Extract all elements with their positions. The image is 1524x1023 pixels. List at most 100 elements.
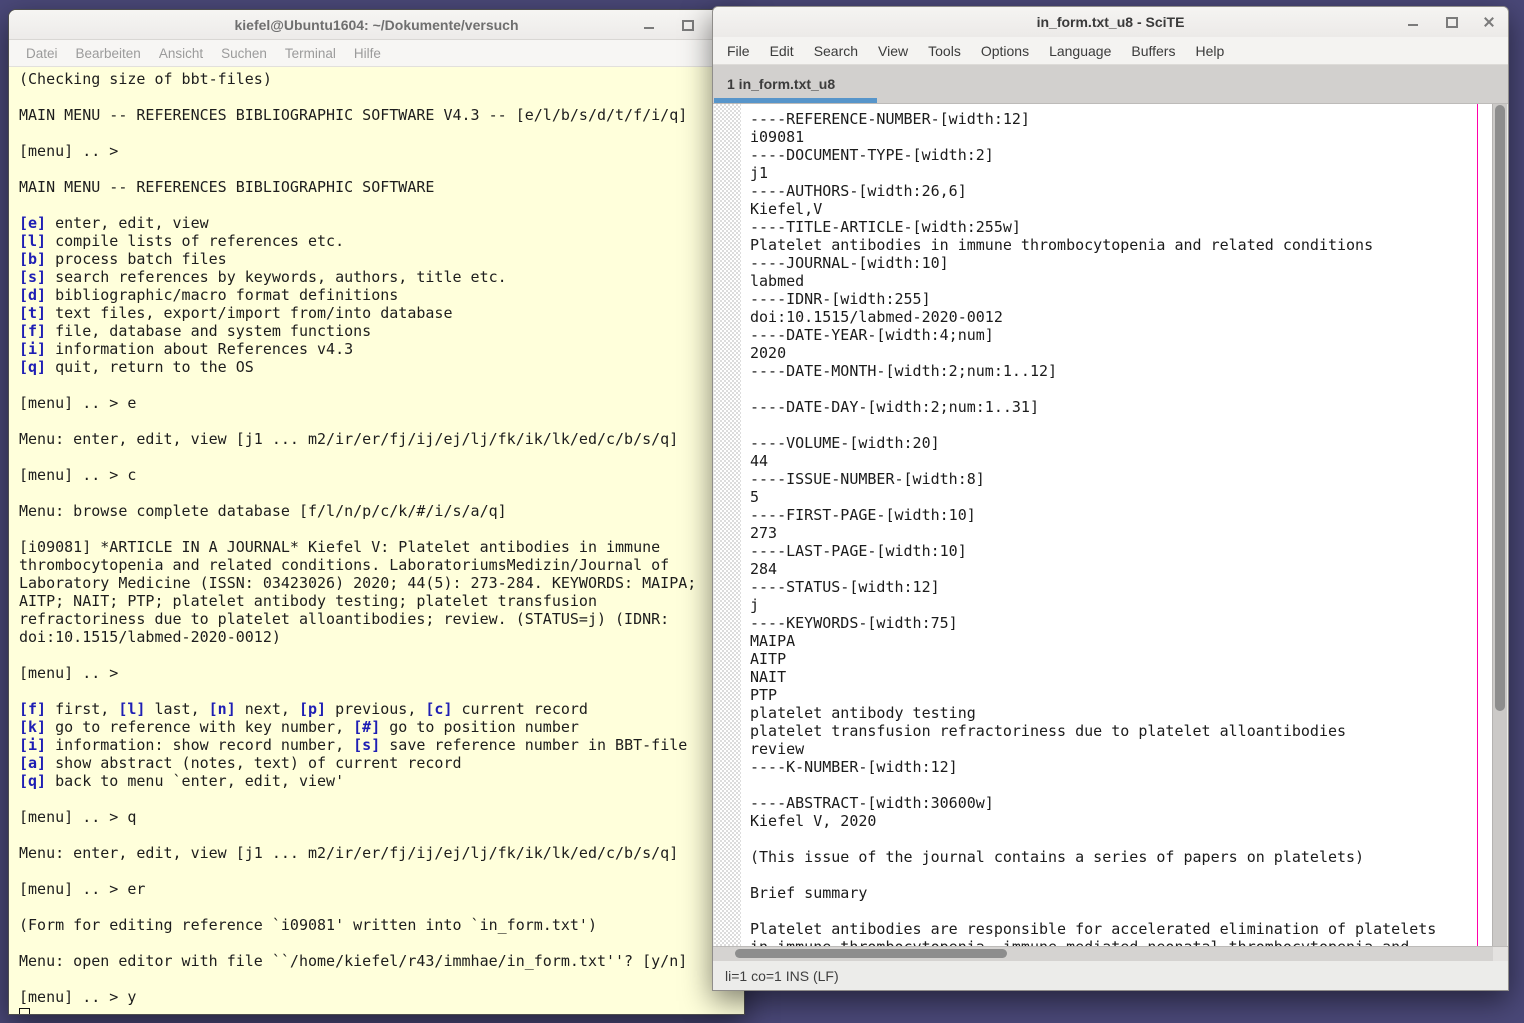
scite-menu-language[interactable]: Language bbox=[1039, 43, 1121, 59]
terminal-line: thrombocytopenia and related conditions.… bbox=[19, 556, 670, 574]
editor-line: Platelet antibodies in immune thrombocyt… bbox=[750, 236, 1374, 254]
terminal-titlebar[interactable]: kiefel@Ubuntu1604: ~/Dokumente/versuch bbox=[9, 10, 744, 40]
scite-title: in_form.txt_u8 - SciTE bbox=[1036, 14, 1185, 30]
close-icon[interactable] bbox=[1482, 15, 1496, 29]
terminal-line: AITP; NAIT; PTP; platelet antibody testi… bbox=[19, 592, 597, 610]
editor-line: 284 bbox=[750, 560, 778, 578]
horizontal-scrollbar[interactable] bbox=[713, 946, 1493, 961]
scite-menu-buffers[interactable]: Buffers bbox=[1121, 43, 1185, 59]
minimize-icon[interactable] bbox=[1406, 15, 1420, 29]
scite-menu-view[interactable]: View bbox=[868, 43, 918, 59]
terminal-line: [b] process batch files bbox=[19, 250, 227, 268]
terminal-line: [q] quit, return to the OS bbox=[19, 358, 254, 376]
terminal-line: [f] file, database and system functions bbox=[19, 322, 372, 340]
editor-selection-margin bbox=[714, 104, 741, 946]
terminal-line: [menu] .. > y bbox=[19, 988, 137, 1006]
vertical-scrollbar-thumb[interactable] bbox=[1495, 105, 1505, 712]
scite-menubar: File Edit Search View Tools Options Language Bu… bbox=[713, 37, 1508, 65]
terminal-line: [menu] .. > er bbox=[19, 880, 146, 898]
terminal-line: [i] information about References v4.3 bbox=[19, 340, 354, 358]
terminal-menubar: Datei Bearbeiten Ansicht Suchen Terminal Hilf… bbox=[9, 40, 744, 67]
horizontal-scrollbar-thumb[interactable] bbox=[735, 949, 1007, 958]
terminal-window: kiefel@Ubuntu1604: ~/Dokumente/versuch D… bbox=[8, 9, 745, 1015]
editor-line: ----TITLE-ARTICLE-[width:255w] bbox=[750, 218, 1021, 236]
terminal-line: doi:10.1515/labmed-2020-0012) bbox=[19, 628, 281, 646]
scrollbar-corner bbox=[1493, 946, 1508, 961]
maximize-icon[interactable] bbox=[1444, 15, 1458, 29]
terminal-line: [menu] .. > c bbox=[19, 466, 137, 484]
terminal-line: Menu: enter, edit, view [j1 ... m2/ir/er… bbox=[19, 430, 679, 448]
terminal-line: [i09081] *ARTICLE IN A JOURNAL* Kiefel V… bbox=[19, 538, 661, 556]
terminal-line: [d] bibliographic/macro format definitio… bbox=[19, 286, 399, 304]
terminal-menu-hilfe[interactable]: Hilfe bbox=[345, 46, 390, 61]
scite-menu-tools[interactable]: Tools bbox=[918, 43, 971, 59]
scite-window: in_form.txt_u8 - SciTE File Edit Search Vie… bbox=[712, 6, 1509, 991]
terminal-line: [k] go to reference with key number, [#]… bbox=[19, 718, 579, 736]
terminal-line: refractoriness due to platelet alloantib… bbox=[19, 610, 670, 628]
vertical-scrollbar[interactable] bbox=[1492, 104, 1507, 946]
scite-tabbar: 1 in_form.txt_u8 bbox=[713, 65, 1508, 104]
maximize-icon[interactable] bbox=[680, 18, 694, 32]
terminal-menu-bearbeiten[interactable]: Bearbeiten bbox=[67, 46, 150, 61]
minimize-icon[interactable] bbox=[642, 18, 656, 32]
editor-line: PTP bbox=[750, 686, 778, 704]
terminal-menu-terminal[interactable]: Terminal bbox=[276, 46, 345, 61]
scite-menu-search[interactable]: Search bbox=[804, 43, 868, 59]
editor-line: MAIPA bbox=[750, 632, 796, 650]
editor-line: ----REFERENCE-NUMBER-[width:12] bbox=[750, 110, 1030, 128]
terminal-line: [menu] .. > bbox=[19, 664, 119, 682]
editor-line: 44 bbox=[750, 452, 769, 470]
editor-text[interactable]: ----REFERENCE-NUMBER-[width:12] i09081 ---… bbox=[741, 104, 1492, 946]
terminal-line: [menu] .. > bbox=[19, 142, 119, 160]
terminal-menu-ansicht[interactable]: Ansicht bbox=[150, 46, 212, 61]
scite-titlebar[interactable]: in_form.txt_u8 - SciTE bbox=[713, 7, 1508, 38]
editor-pane[interactable]: ----REFERENCE-NUMBER-[width:12] i09081 ---… bbox=[714, 104, 1507, 946]
editor-line: platelet antibody testing bbox=[750, 704, 976, 722]
terminal-line: [menu] .. > q bbox=[19, 808, 137, 826]
scite-menu-file[interactable]: File bbox=[717, 43, 760, 59]
editor-line: ----JOURNAL-[width:10] bbox=[750, 254, 949, 272]
editor-line: labmed bbox=[750, 272, 805, 290]
editor-line: 2020 bbox=[750, 344, 787, 362]
scite-statusbar: li=1 co=1 INS (LF) bbox=[713, 961, 1508, 990]
editor-line: ----ISSUE-NUMBER-[width:8] bbox=[750, 470, 985, 488]
terminal-screen[interactable]: (Checking size of bbt-files) MAIN MENU -… bbox=[9, 67, 744, 1014]
terminal-line: (Checking size of bbt-files) bbox=[19, 70, 272, 88]
editor-line: in immune thrombocytopenia, immune-media… bbox=[750, 938, 1492, 946]
scite-menu-help[interactable]: Help bbox=[1185, 43, 1234, 59]
terminal-line: MAIN MENU -- REFERENCES BIBLIOGRAPHIC SO… bbox=[19, 106, 688, 124]
scite-menu-edit[interactable]: Edit bbox=[760, 43, 804, 59]
terminal-line: MAIN MENU -- REFERENCES BIBLIOGRAPHIC SO… bbox=[19, 178, 435, 196]
editor-line: platelet transfusion refractoriness due … bbox=[750, 722, 1347, 740]
editor-line: review bbox=[750, 740, 805, 758]
terminal-line: [q] back to menu `enter, edit, view' bbox=[19, 772, 345, 790]
terminal-line: Menu: open editor with file ``/home/kief… bbox=[19, 952, 688, 970]
terminal-line bbox=[19, 1006, 744, 1014]
editor-line: ----K-NUMBER-[width:12] bbox=[750, 758, 958, 776]
editor-line: 5 bbox=[750, 488, 760, 506]
status-text: li=1 co=1 INS (LF) bbox=[725, 967, 839, 984]
editor-line: ----KEYWORDS-[width:75] bbox=[750, 614, 958, 632]
terminal-line: Laboratory Medicine (ISSN: 03423026) 202… bbox=[19, 574, 697, 592]
terminal-menu-datei[interactable]: Datei bbox=[17, 46, 67, 61]
terminal-menu-suchen[interactable]: Suchen bbox=[212, 46, 276, 61]
editor-line: ----DATE-YEAR-[width:4;num] bbox=[750, 326, 994, 344]
editor-line: ----STATUS-[width:12] bbox=[750, 578, 940, 596]
scite-menu-options[interactable]: Options bbox=[971, 43, 1039, 59]
editor-line: Platelet antibodies are responsible for … bbox=[750, 920, 1437, 938]
editor-line: i09081 bbox=[750, 128, 805, 146]
editor-line: ----DATE-MONTH-[width:2;num:1..12] bbox=[750, 362, 1058, 380]
